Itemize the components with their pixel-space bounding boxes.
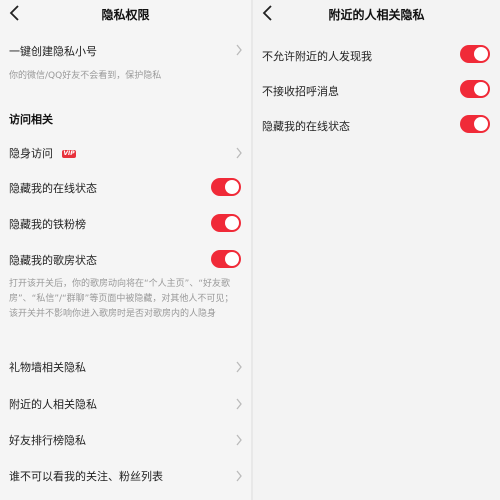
chevron-right-icon [235,434,243,446]
hide-fans-toggle[interactable] [211,214,241,232]
friend-rank-label: 好友排行榜隐私 [9,434,86,447]
chevron-right-icon [235,361,243,373]
no-discover-row: 不允许附近的人发现我 [253,40,500,70]
chevron-right-icon [235,44,243,56]
no-discover-toggle[interactable] [460,45,490,63]
gift-wall-label: 礼物墙相关隐私 [9,361,86,374]
room-description: 打开该开关后，你的歌房动向将在“个人主页”、“好友歌房”、“私信”/“群聊”等页… [9,279,234,319]
toggle-knob [474,117,488,131]
chevron-right-icon [235,470,243,482]
no-discover-label: 不允许附近的人发现我 [262,50,372,63]
hide-room-label: 隐藏我的歌房状态 [9,254,97,267]
who-cannot-see-row[interactable]: 谁不可以看我的关注、粉丝列表 [0,462,251,490]
no-greet-row: 不接收招呼消息 [253,75,500,105]
section-access-title: 访问相关 [9,113,53,126]
hide-online-row: 隐藏我的在线状态 [0,172,251,202]
page-title: 附近的人相关隐私 [328,8,425,22]
toggle-knob [474,47,488,61]
hide-online-label: 隐藏我的在线状态 [9,182,97,195]
one-key-subtitle: 你的微信/QQ好友不会看到，保护隐私 [9,71,162,81]
toggle-knob [225,252,239,266]
page-title: 隐私权限 [101,8,150,22]
no-greet-label: 不接收招呼消息 [262,85,339,98]
invisible-visit-row[interactable]: 隐身访问 [0,140,251,166]
who-cannot-label: 谁不可以看我的关注、粉丝列表 [9,470,163,483]
hide-online-toggle[interactable] [211,178,241,196]
hide-online-row: 隐藏我的在线状态 [253,110,500,140]
header: 附近的人相关隐私 [253,0,500,30]
hide-fans-row: 隐藏我的铁粉榜 [0,208,251,238]
toggle-knob [474,82,488,96]
hide-room-toggle[interactable] [211,250,241,268]
no-greet-toggle[interactable] [460,80,490,98]
hide-room-row: 隐藏我的歌房状态 [0,244,251,274]
vip-badge: VIP [62,150,76,158]
nearby-privacy-row[interactable]: 附近的人相关隐私 [0,390,251,418]
hide-online-label: 隐藏我的在线状态 [262,120,350,133]
chevron-right-icon [235,398,243,410]
invisible-visit-label: 隐身访问 [9,147,53,160]
friend-rank-row[interactable]: 好友排行榜隐私 [0,426,251,454]
hide-fans-label: 隐藏我的铁粉榜 [9,218,86,231]
gift-wall-row[interactable]: 礼物墙相关隐私 [0,353,251,381]
one-key-private-account-row[interactable]: 一键创建隐私小号 [0,38,251,72]
header: 隐私权限 [0,0,251,30]
hide-online-toggle[interactable] [460,115,490,133]
chevron-right-icon [235,147,243,159]
toggle-knob [225,216,239,230]
one-key-label: 一键创建隐私小号 [9,45,97,58]
nearby-privacy-panel: 附近的人相关隐私 不允许附近的人发现我 不接收招呼消息 隐藏我的在线状态 [253,0,500,500]
toggle-knob [225,180,239,194]
privacy-settings-panel: 隐私权限 一键创建隐私小号 你的微信/QQ好友不会看到，保护隐私 访问相关 隐身… [0,0,251,500]
nearby-label: 附近的人相关隐私 [9,398,97,411]
